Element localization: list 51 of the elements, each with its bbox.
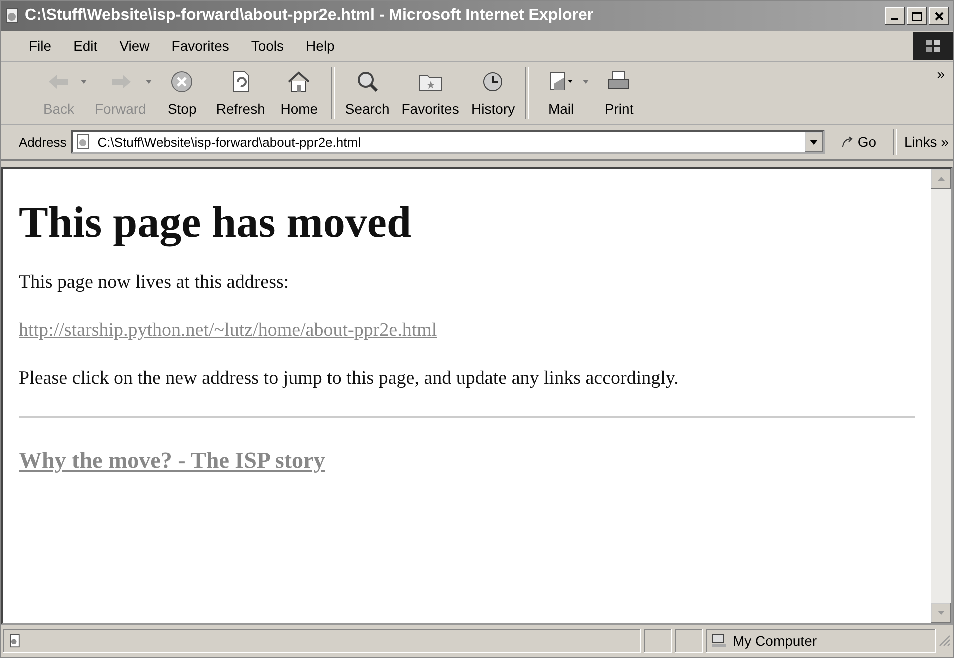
minimize-button[interactable] [885, 7, 905, 25]
address-field[interactable]: C:\Stuff\Website\isp-forward\about-ppr2e.html [70, 130, 825, 154]
toolbar-button[interactable]: Search [339, 66, 396, 120]
caret-icon[interactable] [146, 80, 152, 84]
story-link[interactable]: Why the move? - The ISP story [19, 448, 326, 473]
menu-item[interactable]: Tools [251, 38, 284, 54]
close-icon [934, 12, 944, 20]
toolbar-button[interactable]: Favorites [396, 66, 466, 120]
menu-item[interactable]: View [120, 38, 150, 54]
caret-icon[interactable] [583, 80, 590, 84]
status-panel [644, 629, 672, 653]
mail-icon [548, 70, 574, 94]
home-icon [286, 70, 312, 94]
more-chevron[interactable]: » [937, 66, 945, 82]
scroll-down-button[interactable] [931, 603, 951, 623]
maximize-button[interactable] [907, 7, 927, 25]
links-chevron[interactable]: » [941, 134, 949, 150]
go-arrow-icon [840, 136, 855, 148]
page-icon [5, 8, 21, 24]
intro-text: This page now lives at this address: [19, 272, 290, 294]
scroll-up-button[interactable] [931, 169, 951, 189]
scrollbar[interactable] [931, 169, 951, 623]
menu-item[interactable]: Favorites [172, 38, 230, 54]
page-heading: This page has moved [19, 197, 412, 248]
resize-grip-icon[interactable] [939, 635, 951, 647]
down-arrow-icon [938, 611, 944, 615]
caret-icon[interactable] [81, 80, 87, 84]
toolbar-button[interactable]: Refresh [210, 66, 272, 120]
instruction-text: Please click on the new address to jump to this page, and update any links accordingly. [19, 368, 680, 390]
menu-item[interactable]: Edit [74, 38, 98, 54]
toolbar-button[interactable]: Stop [154, 66, 210, 120]
page-icon [76, 134, 92, 150]
zone-label: My Computer [733, 633, 818, 649]
page-icon [8, 634, 22, 648]
address-label: Address [19, 134, 67, 150]
stop-icon [169, 70, 196, 94]
maximize-icon [912, 12, 922, 20]
toolbar-button[interactable]: Home [271, 66, 328, 120]
go-button[interactable]: Go [834, 133, 883, 151]
window-title: C:\Stuff\Website\isp-forward\about-ppr2e.html - Microsoft Internet Explorer [25, 7, 595, 25]
up-arrow-icon [938, 177, 944, 181]
status-panel [675, 629, 703, 653]
toolbar-button[interactable]: History [465, 66, 522, 120]
computer-icon [711, 634, 727, 648]
toolbar-button[interactable]: Mail [533, 66, 590, 120]
menu-item[interactable]: File [29, 38, 52, 54]
toolbar-button[interactable]: Print [591, 66, 648, 120]
links-button[interactable]: Links [904, 134, 938, 150]
new-address-link[interactable]: http://starship.python.net/~lutz/home/about-ppr2e.html [19, 320, 438, 341]
close-button[interactable] [929, 7, 949, 25]
menu-item[interactable]: Help [306, 38, 335, 54]
